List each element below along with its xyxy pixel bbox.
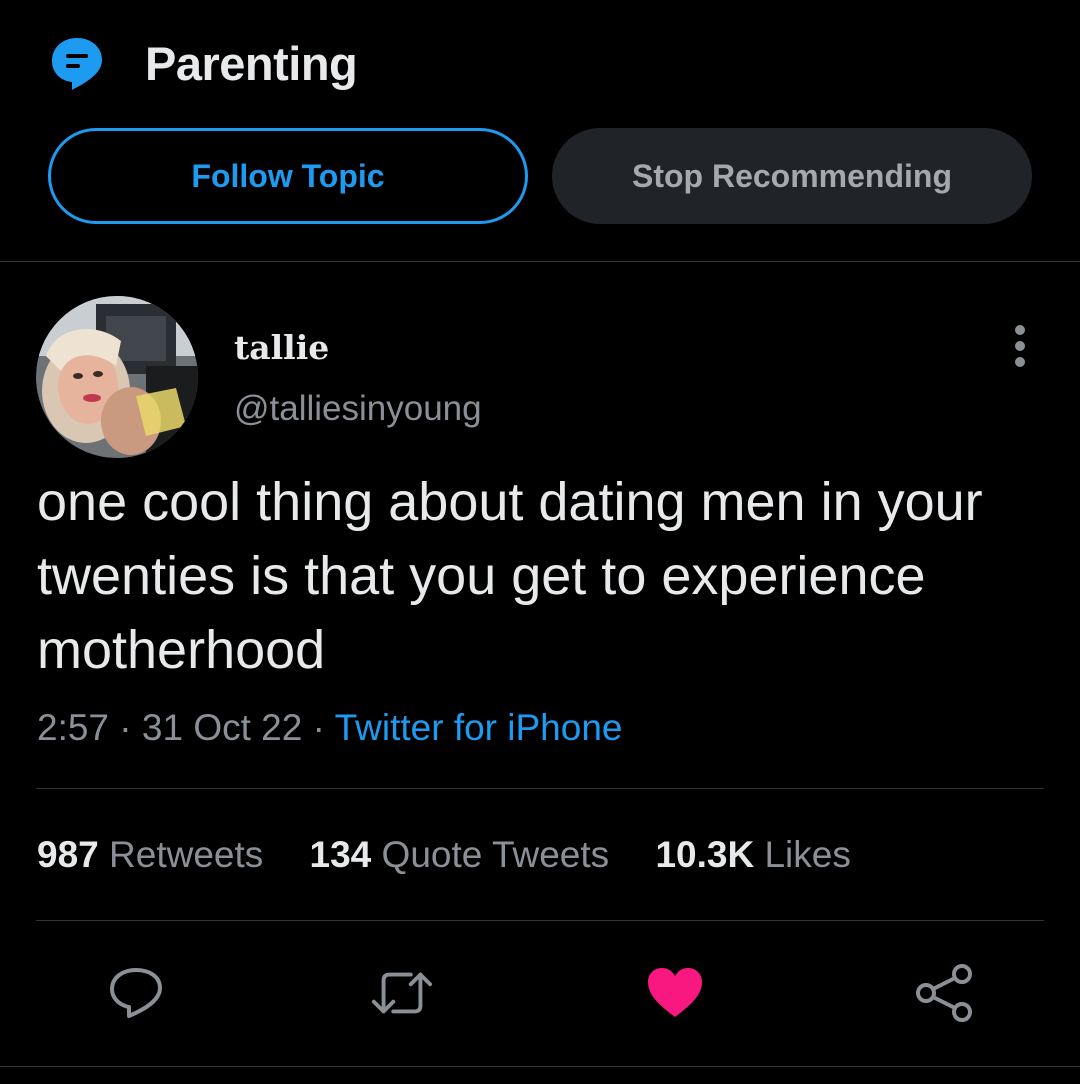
- like-button[interactable]: [643, 960, 707, 1026]
- share-button[interactable]: [912, 960, 976, 1026]
- likes-count: 10.3K: [655, 834, 755, 875]
- tweet-source-link[interactable]: Twitter for iPhone: [335, 707, 623, 748]
- stop-recommending-button[interactable]: Stop Recommending: [552, 128, 1032, 224]
- retweets-stat[interactable]: 987 Retweets: [37, 830, 263, 880]
- display-name[interactable]: tallie: [234, 326, 329, 370]
- quote-tweets-count: 134: [309, 834, 372, 875]
- quote-tweets-label: Quote Tweets: [381, 834, 610, 875]
- likes-label: Likes: [764, 834, 851, 875]
- avatar[interactable]: [36, 296, 198, 458]
- more-options-icon[interactable]: [1002, 322, 1038, 370]
- retweet-icon: [371, 972, 433, 1014]
- retweets-label: Retweets: [109, 834, 264, 875]
- reply-icon: [110, 968, 162, 1018]
- like-heart-icon: [648, 968, 702, 1017]
- share-icon: [916, 964, 972, 1022]
- divider: [36, 788, 1044, 789]
- avatar-photo: [36, 296, 198, 458]
- tweet-meta: 2:57 · 31 Oct 22 · Twitter for iPhone: [37, 704, 622, 752]
- divider: [0, 1066, 1080, 1067]
- topic-header: Parenting Follow Topic Stop Recommending: [0, 0, 1080, 262]
- tweet-date: 31 Oct 22: [141, 707, 303, 748]
- meta-separator: ·: [312, 707, 325, 748]
- retweet-button[interactable]: [370, 960, 434, 1026]
- likes-stat[interactable]: 10.3K Likes: [655, 830, 850, 880]
- meta-separator: ·: [119, 707, 132, 748]
- stop-recommending-label: Stop Recommending: [631, 157, 952, 194]
- tweet-text: one cool thing about dating men in your …: [37, 472, 983, 680]
- follow-topic-label: Follow Topic: [191, 157, 385, 194]
- topic-speech-bubble-icon: [52, 38, 102, 90]
- divider: [36, 920, 1044, 921]
- quote-tweets-stat[interactable]: 134 Quote Tweets: [310, 830, 610, 880]
- reply-button[interactable]: [104, 960, 168, 1026]
- topic-title: Parenting: [145, 37, 358, 90]
- tweet-time: 2:57: [37, 707, 110, 748]
- follow-topic-button[interactable]: Follow Topic: [48, 128, 528, 224]
- tweet-stats: 987 Retweets 134 Quote Tweets 10.3K Like…: [37, 830, 887, 880]
- user-handle[interactable]: @talliesinyoung: [234, 386, 482, 432]
- retweets-count: 987: [37, 834, 99, 875]
